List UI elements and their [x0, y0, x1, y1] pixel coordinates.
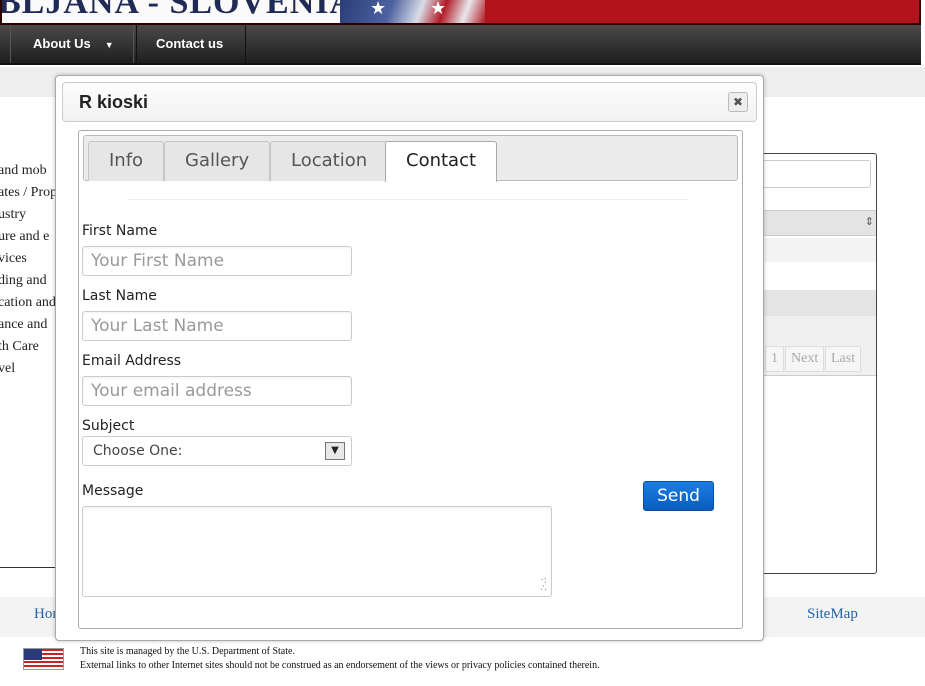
first-name-label: First Name [82, 223, 158, 239]
category-list: and mob ates / Prop ustry ure and e vice… [0, 160, 58, 380]
last-name-label: Last Name [82, 288, 157, 304]
tab-gallery[interactable]: Gallery [164, 141, 271, 181]
listing-search-input[interactable] [761, 160, 871, 188]
category-item[interactable]: vices [0, 248, 58, 270]
last-name-field[interactable] [82, 311, 352, 341]
first-name-field[interactable] [82, 246, 352, 276]
tab-contact[interactable]: Contact [385, 141, 498, 182]
category-item[interactable]: ure and e [0, 226, 58, 248]
site-banner: BLJANA - SLOVENIA ★ ★ [0, 0, 921, 25]
message-textarea[interactable]: ·: ∴ [82, 506, 552, 597]
category-item[interactable]: ates / Prop [0, 182, 58, 204]
caret-down-icon: ▼ [104, 39, 114, 50]
email-label: Email Address [82, 353, 182, 369]
dialog-title: R kioski [79, 92, 149, 112]
category-item[interactable]: ance and [0, 314, 58, 336]
email-field[interactable] [82, 376, 352, 406]
subject-select-value: Choose One: [93, 443, 183, 459]
resize-grip-icon[interactable]: ·: ∴ [540, 576, 547, 594]
tab-location[interactable]: Location [270, 141, 389, 181]
dropdown-arrow-icon[interactable]: ▼ [325, 442, 345, 460]
subject-select[interactable]: Choose One: ▼ [82, 436, 352, 466]
category-item[interactable]: vel [0, 358, 58, 380]
nav-about-us[interactable]: About Us ▼ [10, 25, 137, 63]
pager-last[interactable]: Last [825, 346, 862, 372]
site-title: BLJANA - SLOVENIA [0, 0, 356, 21]
business-dialog: R kioski ✖ Info Gallery Location Contact… [55, 75, 764, 641]
footer-disclaimer: This site is managed by the U.S. Departm… [80, 646, 600, 671]
sort-icon: ⇕ [864, 215, 874, 228]
category-item[interactable]: ustry [0, 204, 58, 226]
category-item[interactable]: th Care [0, 336, 58, 358]
send-button[interactable]: Send [643, 481, 714, 511]
close-icon[interactable]: ✖ [728, 92, 748, 112]
dialog-header[interactable]: R kioski ✖ [62, 82, 757, 122]
main-navbar: About Us ▼ Contact us [0, 25, 921, 65]
pager-page-1[interactable]: 1 [765, 346, 784, 372]
nav-contact-us[interactable]: Contact us [133, 25, 247, 63]
category-item[interactable]: ding and [0, 270, 58, 292]
category-item[interactable]: and mob [0, 160, 58, 182]
us-flag-icon [23, 648, 64, 670]
dialog-body: Info Gallery Location Contact First Name… [78, 130, 743, 629]
tab-bar: Info Gallery Location Contact [83, 135, 738, 182]
flag-banner-image: ★ ★ [340, 0, 485, 23]
footer-sitemap-link[interactable]: SiteMap [807, 606, 858, 623]
tab-info[interactable]: Info [88, 141, 165, 181]
category-item[interactable]: cation and [0, 292, 58, 314]
message-label: Message [82, 483, 144, 499]
subject-label: Subject [82, 418, 135, 434]
pager-next[interactable]: Next [785, 346, 825, 372]
